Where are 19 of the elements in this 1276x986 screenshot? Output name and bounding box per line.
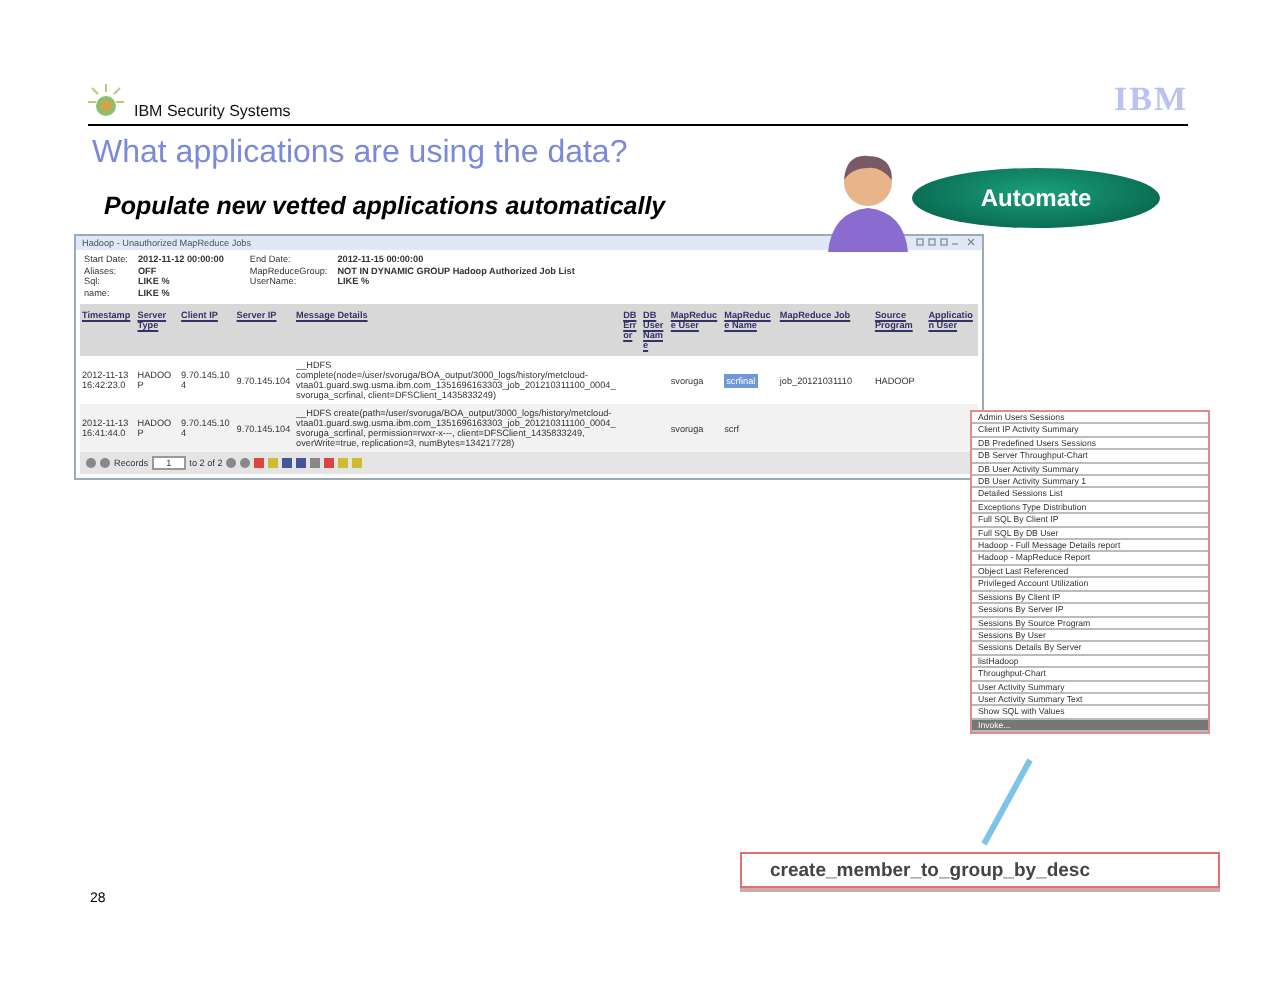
next-page-icon[interactable] xyxy=(226,458,237,468)
callout-box: create_member_to_group_by_desc xyxy=(740,852,1220,888)
last-page-icon[interactable] xyxy=(240,458,251,468)
folder-icon[interactable] xyxy=(352,458,363,468)
slide-title: What applications are using the data? xyxy=(92,136,630,172)
ibm-logo: IBM xyxy=(1114,80,1188,120)
save-icon[interactable] xyxy=(296,458,307,468)
previous-page-icon[interactable] xyxy=(100,458,110,468)
slide-subtitle: Populate new vetted applications automatically xyxy=(104,192,666,220)
first-page-icon[interactable] xyxy=(86,458,96,468)
pdf-icon[interactable] xyxy=(324,458,335,468)
automate-badge: Automate xyxy=(912,168,1160,228)
window-controls-icon[interactable] xyxy=(916,238,976,248)
print-icon[interactable] xyxy=(310,458,321,468)
chart-icon[interactable] xyxy=(282,458,293,468)
brand-name: IBM Security Systems xyxy=(134,102,291,120)
delete-icon[interactable] xyxy=(254,458,265,468)
sunburst-logo-icon xyxy=(88,84,124,120)
edit-icon[interactable] xyxy=(338,458,349,468)
